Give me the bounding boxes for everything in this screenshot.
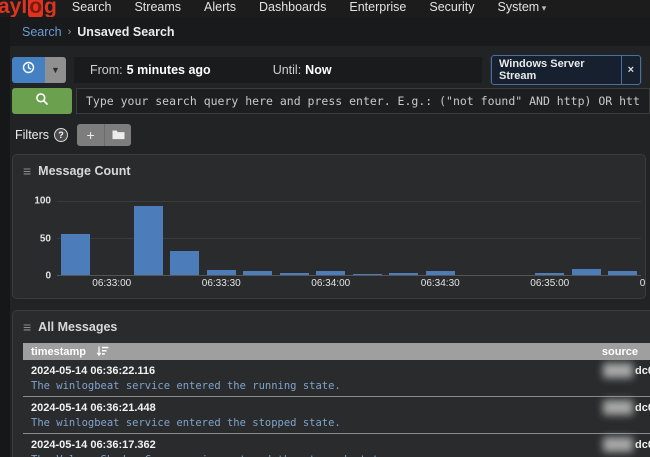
timerange-button-group: ▼ — [12, 57, 66, 83]
stream-chip-label: Windows Server Stream — [492, 56, 621, 84]
source-visible-text: dc0 — [635, 439, 650, 451]
messages-table-body: 2024-05-14 06:36:22.116 dc0 The winlogbeat… — [23, 360, 650, 457]
x-tick-label: 06:35:00 — [530, 278, 569, 289]
search-icon — [35, 92, 49, 111]
until-label: Until: — [273, 63, 301, 77]
breadcrumb: Search › Unsaved Search — [0, 17, 650, 46]
chart-bar-06:33:20[interactable] — [170, 251, 199, 275]
filters-label: Filters — [15, 128, 49, 142]
timerange-display[interactable]: From: 5 minutes ago Until: Now — [74, 57, 482, 83]
chart-plot — [57, 201, 641, 276]
chart-bar-06:35:20[interactable] — [608, 271, 637, 275]
drag-handle-icon[interactable]: ≡ — [23, 166, 31, 176]
graylog-logo[interactable]: aylog — [0, 0, 57, 16]
timerange-button[interactable] — [12, 57, 45, 83]
chart-y-axis: 050100 — [23, 201, 51, 276]
nav-item-dashboards[interactable]: Dashboards — [258, 0, 327, 17]
top-navigation: aylog Search Streams Alerts Dashboards Enter… — [0, 0, 650, 17]
message-source: dc0 — [603, 400, 650, 415]
message-count-chart: 050100 06:33:0006:33:3006:34:0006:34:300… — [23, 192, 645, 292]
search-submit-button[interactable] — [12, 88, 72, 114]
chevron-down-icon: ▾ — [539, 3, 546, 13]
timerange-dropdown-button[interactable]: ▼ — [45, 57, 66, 83]
x-tick-label: 06:33:00 — [92, 278, 131, 289]
all-messages-panel: ≡ All Messages timestamp source 2024-05-… — [12, 310, 650, 457]
filters-help-icon[interactable]: ? — [54, 128, 68, 142]
message-row[interactable]: 2024-05-14 06:36:21.448 dc0 The winlogbeat… — [23, 397, 650, 434]
chart-bar-06:34:30[interactable] — [426, 271, 455, 275]
redacted-source-blur — [603, 363, 633, 378]
message-source: dc0 — [603, 437, 650, 452]
search-bar-section: ▼ From: 5 minutes ago Until: Now Windows… — [12, 46, 650, 146]
nav-item-enterprise[interactable]: Enterprise — [348, 0, 407, 17]
chart-x-ticks: 06:33:00 06:33:30 06:34:00 06:34:30 06:35:00… — [57, 278, 641, 292]
y-tick-label: 100 — [34, 196, 51, 207]
message-timestamp: 2024-05-14 06:36:21.448 — [31, 402, 156, 414]
message-count-panel: ≡ Message Count 050100 06:33:0006:33:300… — [12, 154, 646, 299]
chart-bar-06:33:40[interactable] — [243, 271, 272, 275]
clock-icon — [22, 61, 35, 79]
chart-bar-06:33:50[interactable] — [280, 273, 309, 275]
message-text: The winlogbeat service entered the runni… — [31, 380, 650, 392]
add-filter-button[interactable]: + — [77, 124, 104, 146]
filters-row: Filters ? + — [12, 124, 650, 146]
breadcrumb-current: Unsaved Search — [77, 25, 174, 39]
y-tick-label: 50 — [40, 233, 51, 244]
message-count-title: Message Count — [38, 164, 130, 178]
drag-handle-icon[interactable]: ≡ — [23, 322, 31, 332]
chart-bar-06:33:30[interactable] — [207, 270, 236, 275]
message-row[interactable]: 2024-05-14 06:36:22.116 dc0 The winlogbeat… — [23, 360, 650, 397]
x-tick-label: 06:35:30 — [640, 278, 646, 289]
source-visible-text: dc0 — [635, 365, 650, 377]
redacted-source-blur — [603, 400, 633, 415]
chart-bar-06:32:50[interactable] — [61, 234, 90, 275]
chevron-down-icon: ▼ — [51, 65, 60, 75]
messages-table-header: timestamp source — [23, 343, 650, 360]
chart-bar-06:33:10[interactable] — [134, 206, 163, 275]
chart-bar-06:34:00[interactable] — [316, 271, 345, 275]
sort-descending-icon[interactable] — [96, 346, 109, 357]
message-timestamp: 2024-05-14 06:36:22.116 — [31, 365, 155, 377]
filter-buttons: + — [77, 124, 131, 146]
all-messages-title: All Messages — [38, 320, 117, 334]
redacted-source-blur — [603, 437, 633, 452]
y-tick-label: 0 — [45, 271, 51, 282]
source-visible-text: dc0 — [635, 402, 650, 414]
stream-chip-close-icon[interactable]: × — [621, 56, 640, 84]
from-value: 5 minutes ago — [127, 63, 211, 77]
message-text: The winlogbeat service entered the stopp… — [31, 417, 650, 429]
x-tick-label: 06:34:00 — [311, 278, 350, 289]
messages-table: timestamp source 2024-05-14 06:36:22.116… — [23, 343, 650, 457]
message-source: dc0 — [603, 363, 650, 378]
left-edge-strip — [0, 17, 10, 457]
nav-items: Search Streams Alerts Dashboards Enterprise S… — [71, 0, 568, 17]
x-tick-label: 06:33:30 — [202, 278, 241, 289]
search-query-input[interactable] — [76, 88, 650, 114]
message-timestamp: 2024-05-14 06:36:17.362 — [31, 439, 156, 451]
stream-chip[interactable]: Windows Server Stream × — [491, 55, 641, 85]
chart-bar-06:35:00[interactable] — [535, 273, 564, 275]
nav-item-streams[interactable]: Streams — [133, 0, 182, 17]
folder-icon — [112, 127, 125, 143]
until-value: Now — [305, 63, 331, 77]
nav-item-alerts[interactable]: Alerts — [203, 0, 237, 17]
nav-item-system[interactable]: System ▾ — [497, 0, 548, 17]
chart-bar-06:35:10[interactable] — [572, 269, 601, 275]
nav-item-security[interactable]: Security — [428, 0, 475, 17]
chart-bar-06:34:10[interactable] — [353, 274, 382, 275]
from-label: From: — [90, 63, 123, 77]
saved-filters-button[interactable] — [104, 124, 131, 146]
breadcrumb-separator: › — [68, 26, 72, 38]
breadcrumb-search-link[interactable]: Search — [22, 25, 62, 39]
chart-bar-06:34:20[interactable] — [389, 273, 418, 275]
nav-item-search[interactable]: Search — [71, 0, 113, 17]
message-row[interactable]: 2024-05-14 06:36:17.362dc0The Volume Sha… — [23, 434, 650, 457]
stream-filter-box: Windows Server Stream × — [490, 57, 642, 83]
gridline-100 — [57, 201, 641, 202]
source-column-header[interactable]: source — [602, 346, 638, 358]
logo-o-mark: o — [28, 0, 43, 17]
x-tick-label: 06:34:30 — [421, 278, 460, 289]
timestamp-column-header[interactable]: timestamp — [31, 346, 86, 358]
